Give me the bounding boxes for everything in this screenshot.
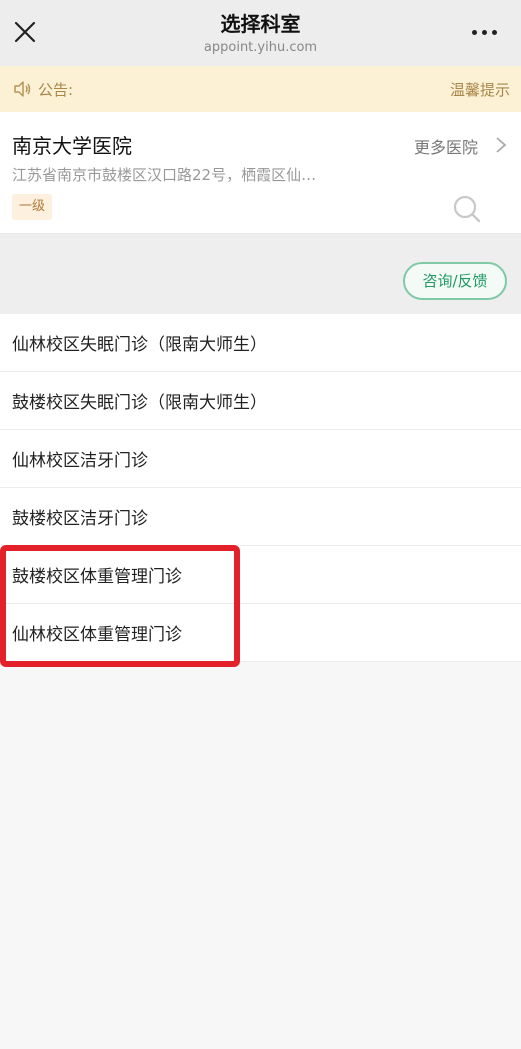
department-label: 仙林校区洁牙门诊: [12, 451, 148, 471]
more-hospitals-link[interactable]: 更多医院: [414, 134, 478, 158]
page-title: 选择科室: [220, 12, 301, 36]
list-item[interactable]: 仙林校区失眠门诊（限南大师生）: [0, 314, 521, 372]
search-icon[interactable]: [452, 194, 482, 224]
list-item[interactable]: 鼓楼校区失眠门诊（限南大师生）: [0, 372, 521, 430]
speaker-icon: [14, 81, 31, 97]
page-url: appoint.yihu.com: [203, 40, 318, 55]
chevron-right-icon[interactable]: [494, 136, 508, 154]
list-item[interactable]: 鼓楼校区洁牙门诊: [0, 488, 521, 546]
hospital-name: 南京大学医院: [12, 134, 132, 158]
department-label: 仙林校区失眠门诊（限南大师生）: [12, 335, 267, 355]
hospital-card: 南京大学医院 更多医院 江苏省南京市鼓楼区汉口路22号，栖霞区仙… 一级: [0, 112, 521, 234]
notice-bar[interactable]: 公告: 温馨提示: [0, 66, 521, 112]
level-badge: 一级: [12, 194, 53, 220]
department-label: 鼓楼校区洁牙门诊: [12, 509, 148, 529]
title-bar: 选择科室 appoint.yihu.com: [0, 0, 521, 66]
consult-feedback-button[interactable]: 咨询/反馈: [403, 262, 507, 300]
highlight-annotation: [0, 545, 240, 667]
notice-label: 公告:: [38, 81, 74, 99]
hospital-address: 江苏省南京市鼓楼区汉口路22号，栖霞区仙…: [12, 166, 317, 184]
more-button[interactable]: [464, 22, 504, 42]
more-dots-icon: [491, 29, 497, 35]
department-label: 鼓楼校区失眠门诊（限南大师生）: [12, 393, 267, 413]
notice-text: 温馨提示: [450, 81, 511, 99]
list-item[interactable]: 仙林校区洁牙门诊: [0, 430, 521, 488]
more-dots-icon: [471, 29, 477, 35]
more-dots-icon: [481, 29, 487, 35]
